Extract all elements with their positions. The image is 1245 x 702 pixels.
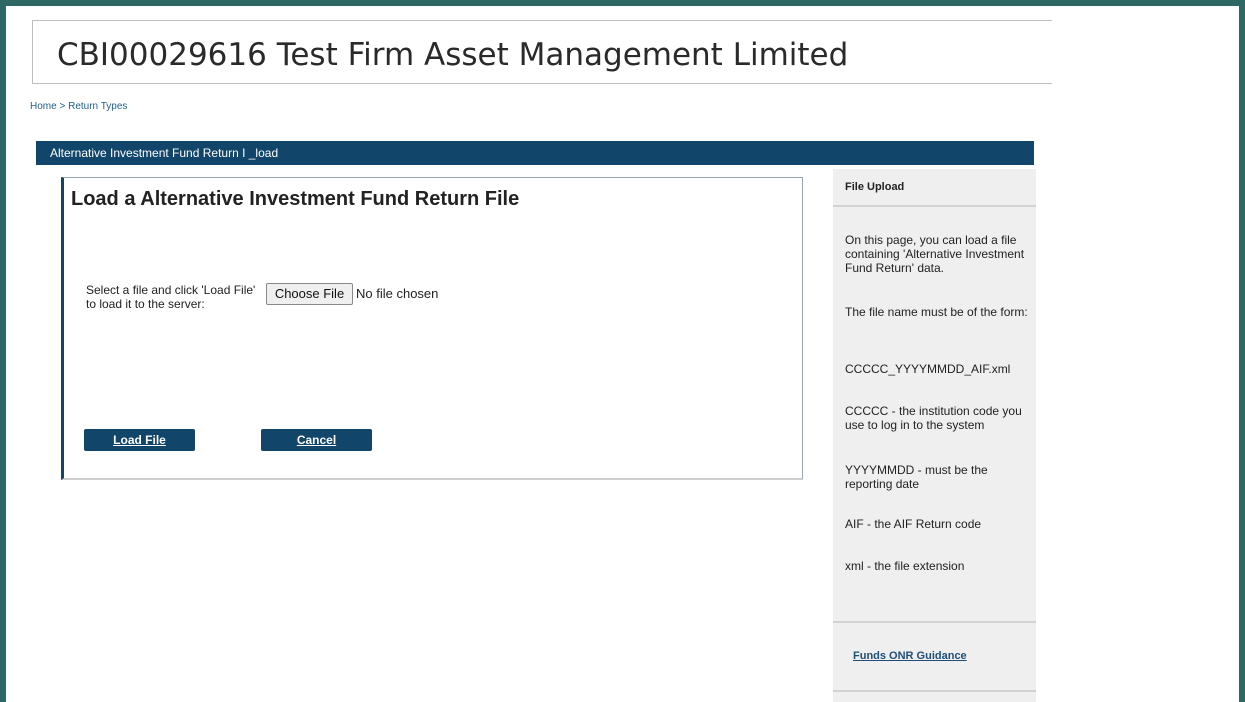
sidebar-title: File Upload [845, 181, 905, 193]
sidebar-text-code: AIF - the AIF Return code [845, 517, 982, 531]
page-title: CBI00029616 Test Firm Asset Management L… [57, 37, 849, 73]
sidebar-text-intro: On this page, you can load a file contai… [845, 233, 1025, 275]
choose-file-button[interactable]: Choose File [266, 283, 353, 305]
sidebar-divider-top [833, 205, 1036, 207]
breadcrumb: Home > Return Types [30, 101, 127, 112]
cancel-button[interactable]: Cancel [261, 429, 372, 451]
panel-heading: Load a Alternative Investment Fund Retur… [71, 188, 520, 210]
sidebar-text-pattern: CCCCC_YYYYMMDD_AIF.xml [845, 362, 1011, 376]
sidebar-text-form: The file name must be of the form: [845, 305, 1028, 319]
load-file-panel: Load a Alternative Investment Fund Retur… [61, 177, 803, 480]
sidebar-text-extension: xml - the file extension [845, 559, 965, 573]
sidebar-text-institution: CCCCC - the institution code you use to … [845, 404, 1022, 432]
sidebar-text-date: YYYYMMDD - must be the reporting date [845, 463, 988, 491]
select-file-label: Select a file and click 'Load File' to l… [86, 283, 256, 311]
breadcrumb-home-link[interactable]: Home [30, 101, 57, 112]
sidebar-divider-bottom [833, 690, 1036, 692]
load-file-button[interactable]: Load File [84, 429, 195, 451]
no-file-chosen-text: No file chosen [356, 286, 439, 301]
breadcrumb-separator: > [59, 101, 66, 112]
section-title-text: Alternative Investment Fund Return I _lo… [50, 146, 279, 160]
section-title-bar: Alternative Investment Fund Return I _lo… [36, 141, 1034, 165]
funds-onr-guidance-link[interactable]: Funds ONR Guidance [853, 650, 967, 662]
sidebar-divider-middle [833, 621, 1036, 623]
breadcrumb-return-types-link[interactable]: Return Types [68, 101, 127, 112]
help-sidebar: File Upload On this page, you can load a… [833, 169, 1036, 702]
header-box: CBI00029616 Test Firm Asset Management L… [32, 20, 1052, 84]
